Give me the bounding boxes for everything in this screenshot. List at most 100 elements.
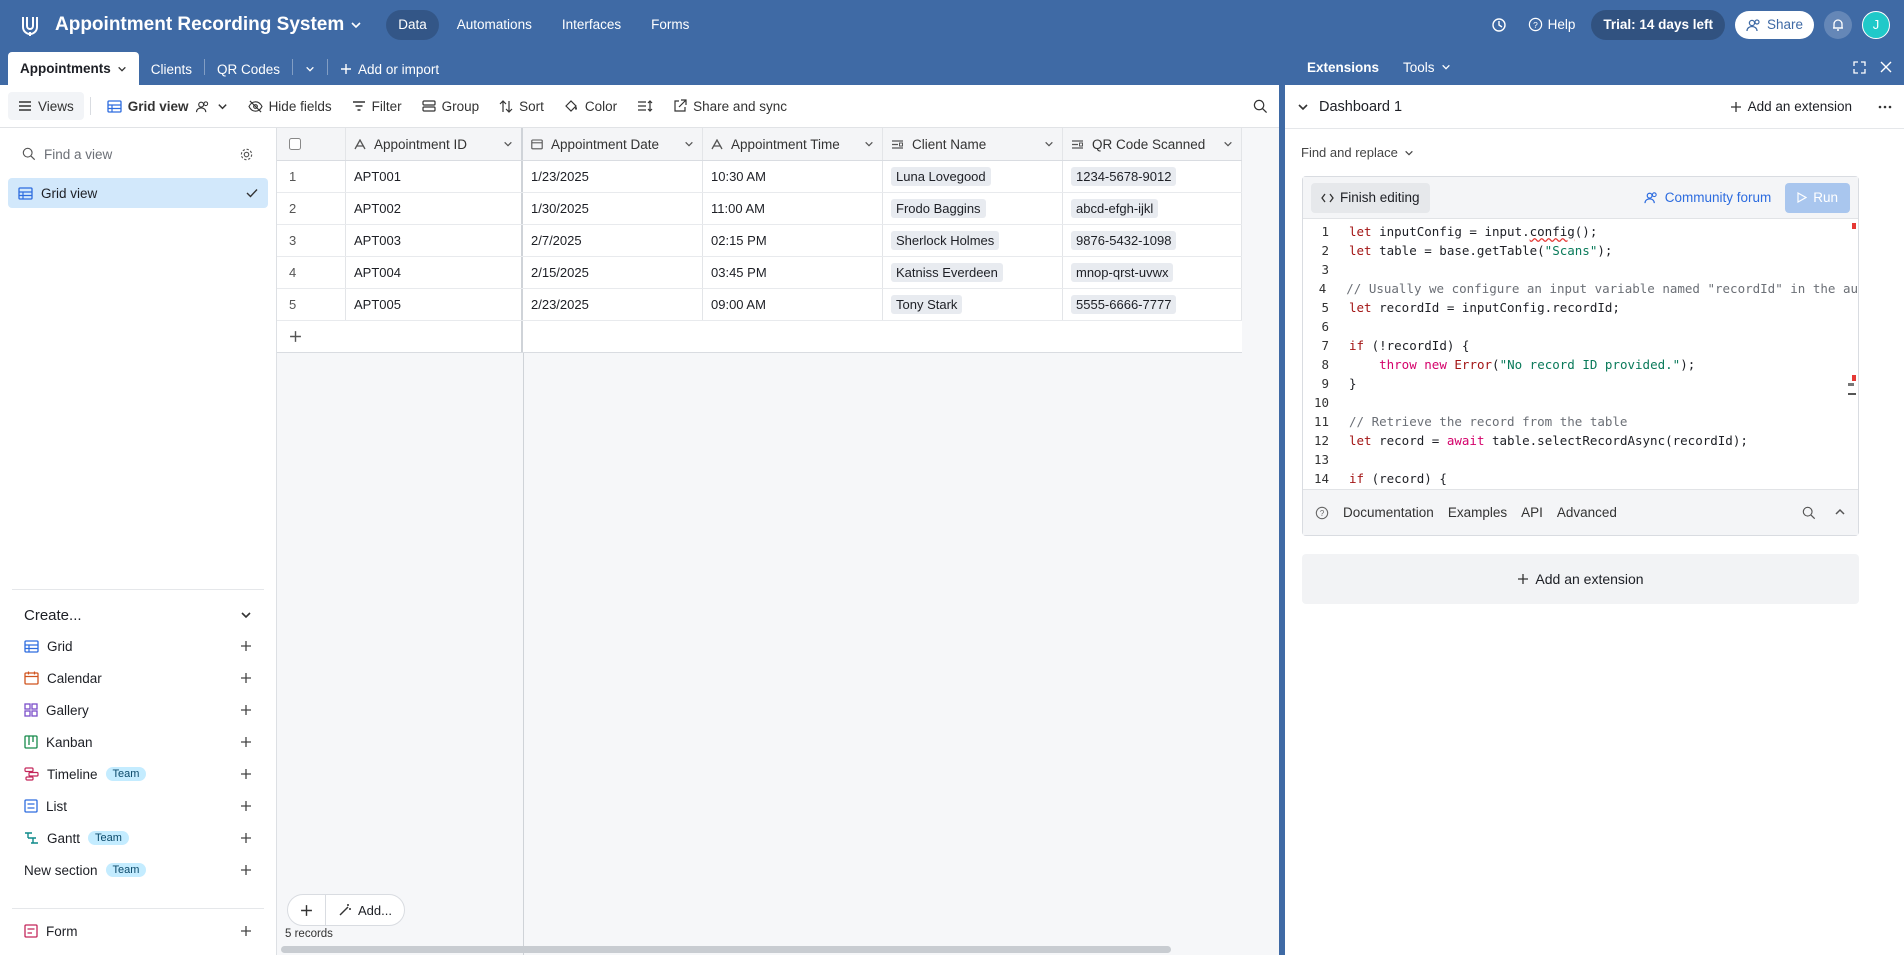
nav-data[interactable]: Data — [386, 9, 439, 40]
search-icon[interactable] — [1253, 99, 1268, 114]
tab-qr-codes[interactable]: QR Codes — [205, 53, 292, 85]
cell-client-name[interactable]: Frodo Baggins — [883, 193, 1063, 224]
tab-appointments[interactable]: Appointments — [8, 52, 139, 85]
cell-qr-code[interactable]: 9876-5432-1098 — [1063, 225, 1242, 256]
code-area[interactable]: 1 let inputConfig = input.config(); 2 let … — [1303, 219, 1858, 489]
close-icon[interactable] — [1880, 61, 1892, 74]
view-switcher[interactable]: Grid view — [97, 92, 238, 120]
chevron-up-icon[interactable] — [1834, 506, 1846, 520]
extension-title-find-and-replace[interactable]: Find and replace — [1301, 145, 1904, 160]
dashboard-title[interactable]: Dashboard 1 — [1319, 99, 1402, 115]
history-icon[interactable] — [1486, 12, 1512, 38]
linked-record-pill[interactable]: mnop-qrst-uvwx — [1071, 263, 1174, 282]
tab-extensions[interactable]: Extensions — [1297, 60, 1389, 75]
create-gallery-view[interactable]: Gallery — [12, 694, 264, 726]
add-or-import-button[interactable]: Add or import — [328, 53, 451, 85]
create-section-header[interactable]: Create... — [12, 600, 264, 630]
expand-icon[interactable] — [1853, 60, 1866, 74]
search-icon[interactable] — [1802, 506, 1816, 520]
editor-overview-ruler[interactable] — [1848, 223, 1856, 473]
nav-interfaces[interactable]: Interfaces — [550, 10, 633, 40]
table-row[interactable]: 2 APT002 1/30/2025 11:00 AM Frodo Baggin… — [277, 193, 1242, 225]
cell-appointment-date[interactable]: 1/23/2025 — [523, 161, 703, 192]
linked-record-pill[interactable]: 1234-5678-9012 — [1071, 167, 1177, 186]
cell-client-name[interactable]: Katniss Everdeen — [883, 257, 1063, 288]
cell-appointment-id[interactable]: APT004 — [346, 257, 523, 288]
column-header-client-name[interactable]: Client Name — [883, 128, 1063, 160]
tab-examples[interactable]: Examples — [1448, 505, 1507, 520]
cell-appointment-id[interactable]: APT001 — [346, 161, 523, 192]
table-row[interactable]: 4 APT004 2/15/2025 03:45 PM Katniss Ever… — [277, 257, 1242, 289]
cell-appointment-id[interactable]: APT005 — [346, 289, 523, 320]
cell-appointment-date[interactable]: 2/7/2025 — [523, 225, 703, 256]
nav-forms[interactable]: Forms — [639, 10, 701, 40]
horizontal-scrollbar[interactable] — [281, 946, 1171, 953]
finish-editing-button[interactable]: Finish editing — [1311, 182, 1430, 213]
table-row[interactable]: 5 APT005 2/23/2025 09:00 AM Tony Stark 5… — [277, 289, 1242, 321]
column-header-appointment-time[interactable]: Appointment Time — [703, 128, 883, 160]
run-button[interactable]: Run — [1785, 182, 1850, 213]
create-grid-view[interactable]: Grid — [12, 630, 264, 662]
cell-client-name[interactable]: Tony Stark — [883, 289, 1063, 320]
cell-client-name[interactable]: Luna Lovegood — [883, 161, 1063, 192]
cell-qr-code[interactable]: 1234-5678-9012 — [1063, 161, 1242, 192]
linked-record-pill[interactable]: abcd-efgh-ijkl — [1071, 199, 1159, 218]
more-options-icon[interactable] — [1878, 105, 1892, 109]
row-height-button[interactable] — [627, 92, 663, 120]
add-with-ai-button[interactable]: Add... — [326, 895, 404, 925]
find-view-field[interactable]: Find a view — [12, 138, 264, 170]
cell-appointment-time[interactable]: 03:45 PM — [703, 257, 883, 288]
create-kanban-view[interactable]: Kanban — [12, 726, 264, 758]
cell-appointment-id[interactable]: APT002 — [346, 193, 523, 224]
all-tables-dropdown[interactable] — [293, 53, 327, 85]
cell-appointment-date[interactable]: 2/15/2025 — [523, 257, 703, 288]
trial-badge[interactable]: Trial: 14 days left — [1591, 9, 1725, 40]
notifications-bell-icon[interactable] — [1824, 10, 1852, 39]
add-record-button[interactable] — [288, 895, 326, 925]
linked-record-pill[interactable]: Sherlock Holmes — [891, 231, 1000, 250]
tab-clients[interactable]: Clients — [139, 53, 204, 85]
create-timeline-view[interactable]: Timeline Team — [12, 758, 264, 790]
column-header-appointment-date[interactable]: Appointment Date — [523, 128, 703, 160]
help-icon[interactable]: ? — [1315, 506, 1329, 520]
linked-record-pill[interactable]: 5555-6666-7777 — [1071, 295, 1177, 314]
linked-record-pill[interactable]: Katniss Everdeen — [891, 263, 1003, 282]
add-extension-button[interactable]: Add an extension — [1730, 99, 1852, 114]
share-button[interactable]: Share — [1734, 10, 1814, 39]
select-all-checkbox[interactable] — [277, 128, 346, 160]
tab-documentation[interactable]: Documentation — [1343, 505, 1434, 520]
linked-record-pill[interactable]: 9876-5432-1098 — [1071, 231, 1177, 250]
tab-advanced[interactable]: Advanced — [1557, 505, 1617, 520]
cell-qr-code[interactable]: abcd-efgh-ijkl — [1063, 193, 1242, 224]
cell-appointment-time[interactable]: 09:00 AM — [703, 289, 883, 320]
group-button[interactable]: Group — [412, 92, 490, 120]
base-logo-icon[interactable] — [17, 12, 43, 38]
column-header-qr-code-scanned[interactable]: QR Code Scanned — [1063, 128, 1242, 160]
avatar[interactable]: J — [1862, 10, 1890, 39]
gear-icon[interactable] — [239, 147, 254, 162]
table-row[interactable]: 1 APT001 1/23/2025 10:30 AM Luna Lovegoo… — [277, 161, 1242, 193]
nav-automations[interactable]: Automations — [445, 10, 544, 40]
share-and-sync-button[interactable]: Share and sync — [663, 92, 797, 120]
sort-button[interactable]: Sort — [489, 92, 554, 120]
linked-record-pill[interactable]: Frodo Baggins — [891, 199, 986, 218]
hide-fields-button[interactable]: Hide fields — [238, 92, 342, 120]
sidebar-item-grid-view[interactable]: Grid view — [8, 178, 268, 208]
cell-appointment-date[interactable]: 1/30/2025 — [523, 193, 703, 224]
add-extension-card[interactable]: Add an extension — [1302, 554, 1859, 604]
tab-api[interactable]: API — [1521, 505, 1543, 520]
views-toggle-button[interactable]: Views — [8, 92, 84, 120]
cell-qr-code[interactable]: 5555-6666-7777 — [1063, 289, 1242, 320]
cell-appointment-time[interactable]: 10:30 AM — [703, 161, 883, 192]
cell-qr-code[interactable]: mnop-qrst-uvwx — [1063, 257, 1242, 288]
linked-record-pill[interactable]: Tony Stark — [891, 295, 963, 314]
table-row[interactable]: 3 APT003 2/7/2025 02:15 PM Sherlock Holm… — [277, 225, 1242, 257]
create-calendar-view[interactable]: Calendar — [12, 662, 264, 694]
chevron-down-icon[interactable] — [1297, 101, 1309, 113]
cell-client-name[interactable]: Sherlock Holmes — [883, 225, 1063, 256]
plus-icon[interactable] — [277, 321, 523, 352]
linked-record-pill[interactable]: Luna Lovegood — [891, 167, 991, 186]
create-list-view[interactable]: List — [12, 790, 264, 822]
filter-button[interactable]: Filter — [342, 92, 412, 120]
base-title[interactable]: Appointment Recording System — [55, 14, 362, 36]
